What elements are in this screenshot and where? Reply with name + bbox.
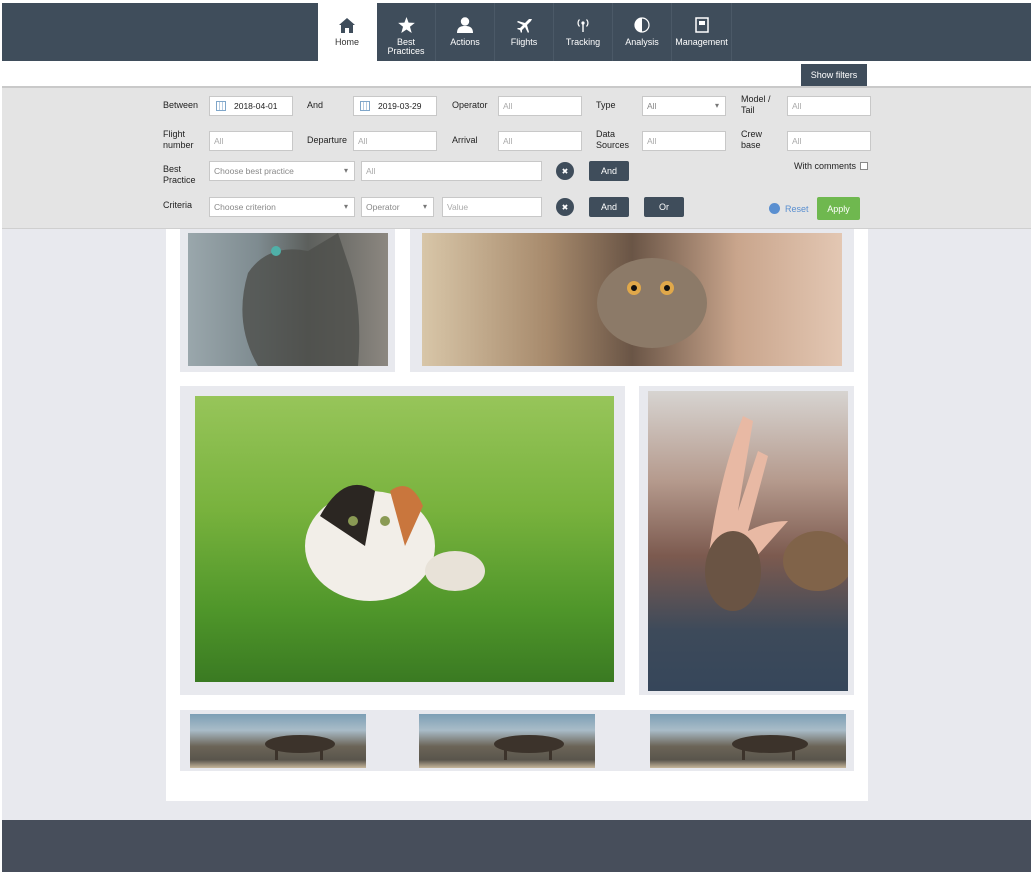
nav-item-actions[interactable]: Actions: [436, 3, 495, 61]
top-nav: Home Best Practices Actions Flights Trac…: [2, 3, 1031, 61]
crew-base-input[interactable]: All: [787, 131, 871, 151]
calendar-icon: [216, 101, 226, 111]
between-label: Between: [163, 100, 199, 110]
criterion-select[interactable]: Choose criterion: [209, 197, 355, 217]
arrival-input[interactable]: All: [498, 131, 582, 151]
photo-card[interactable]: [180, 386, 625, 695]
photo-card[interactable]: [639, 386, 854, 695]
nav-item-label: Analysis: [625, 37, 659, 47]
nav-item-best-practices[interactable]: Best Practices: [377, 3, 436, 61]
and-label: And: [307, 100, 324, 110]
reset-icon: [769, 203, 780, 214]
apply-button[interactable]: Apply: [817, 197, 860, 220]
nav-item-tracking[interactable]: Tracking: [554, 3, 613, 61]
antenna-icon: [574, 16, 592, 34]
photo-strip: [180, 710, 854, 771]
document-icon: [693, 16, 711, 34]
pie-chart-icon: [633, 16, 651, 34]
and-date-input[interactable]: 2019-03-29: [353, 96, 437, 116]
data-sources-label: Data Sources: [596, 129, 630, 150]
nav-item-label: Actions: [450, 37, 480, 47]
nav-item-home[interactable]: Home: [318, 3, 377, 61]
and-date-value: 2019-03-29: [378, 101, 422, 111]
nav-item-flights[interactable]: Flights: [495, 3, 554, 61]
star-icon: [397, 16, 415, 34]
best-practice-value-input[interactable]: All: [361, 161, 542, 181]
app-frame: Home Best Practices Actions Flights Trac…: [2, 3, 1031, 872]
model-tail-label: Model / Tail: [741, 94, 771, 115]
best-practice-and-button[interactable]: And: [589, 161, 629, 181]
type-select[interactable]: All: [642, 96, 726, 116]
criterion-value-input[interactable]: Value: [442, 197, 542, 217]
departure-label: Departure: [307, 135, 348, 145]
nav-items: Home Best Practices Actions Flights Trac…: [318, 3, 732, 61]
departure-input[interactable]: All: [353, 131, 437, 151]
clear-best-practice-icon[interactable]: ✖: [556, 162, 574, 180]
cat-photo-blanket: [422, 233, 842, 366]
nav-item-analysis[interactable]: Analysis: [613, 3, 672, 61]
flight-number-input[interactable]: All: [209, 131, 293, 151]
gallery-content: [166, 229, 868, 801]
plane-icon: [515, 16, 533, 34]
photo-card[interactable]: [180, 229, 395, 372]
between-date-input[interactable]: 2018-04-01: [209, 96, 293, 116]
cat-photo-tabby: [188, 233, 388, 366]
cat-photo-walking-2[interactable]: [419, 714, 595, 768]
nav-item-management[interactable]: Management: [672, 3, 732, 61]
footer: [2, 820, 1031, 872]
photo-card[interactable]: [410, 229, 854, 372]
cat-photo-calico-grass: [195, 396, 614, 682]
home-icon: [338, 16, 356, 34]
cat-photo-high-five: [648, 391, 848, 691]
nav-item-label: Best Practices: [387, 37, 425, 56]
nav-item-label: Management: [675, 37, 728, 47]
arrival-label: Arrival: [452, 135, 478, 145]
criteria-or-button[interactable]: Or: [644, 197, 684, 217]
between-date-value: 2018-04-01: [234, 101, 278, 111]
clear-criterion-icon[interactable]: ✖: [556, 198, 574, 216]
model-tail-input[interactable]: All: [787, 96, 871, 116]
operator-label: Operator: [452, 100, 488, 110]
with-comments-checkbox[interactable]: [860, 162, 868, 170]
sub-bar: [2, 61, 1031, 86]
reset-button[interactable]: Reset: [769, 203, 809, 214]
operator-input[interactable]: All: [498, 96, 582, 116]
criteria-label: Criteria: [163, 200, 193, 210]
show-filters-button[interactable]: Show filters: [801, 64, 867, 86]
reset-label: Reset: [785, 203, 809, 214]
user-icon: [456, 16, 474, 34]
nav-item-label: Tracking: [565, 37, 601, 47]
type-label: Type: [596, 100, 616, 110]
best-practice-select[interactable]: Choose best practice: [209, 161, 355, 181]
cat-photo-walking-3[interactable]: [650, 714, 846, 768]
cat-photo-walking-1[interactable]: [190, 714, 366, 768]
criterion-operator-select[interactable]: Operator: [361, 197, 434, 217]
flight-number-label: Flight number: [163, 129, 194, 150]
criteria-and-button[interactable]: And: [589, 197, 629, 217]
filters-panel: Between 2018-04-01 And 2019-03-29 Operat…: [2, 86, 1031, 229]
with-comments-label: With comments: [794, 161, 857, 171]
nav-item-label: Flights: [510, 37, 538, 47]
nav-item-label: Home: [334, 37, 359, 47]
best-practice-label: Best Practice: [163, 164, 196, 185]
crew-base-label: Crew base: [741, 129, 763, 150]
data-sources-input[interactable]: All: [642, 131, 726, 151]
calendar-icon: [360, 101, 370, 111]
